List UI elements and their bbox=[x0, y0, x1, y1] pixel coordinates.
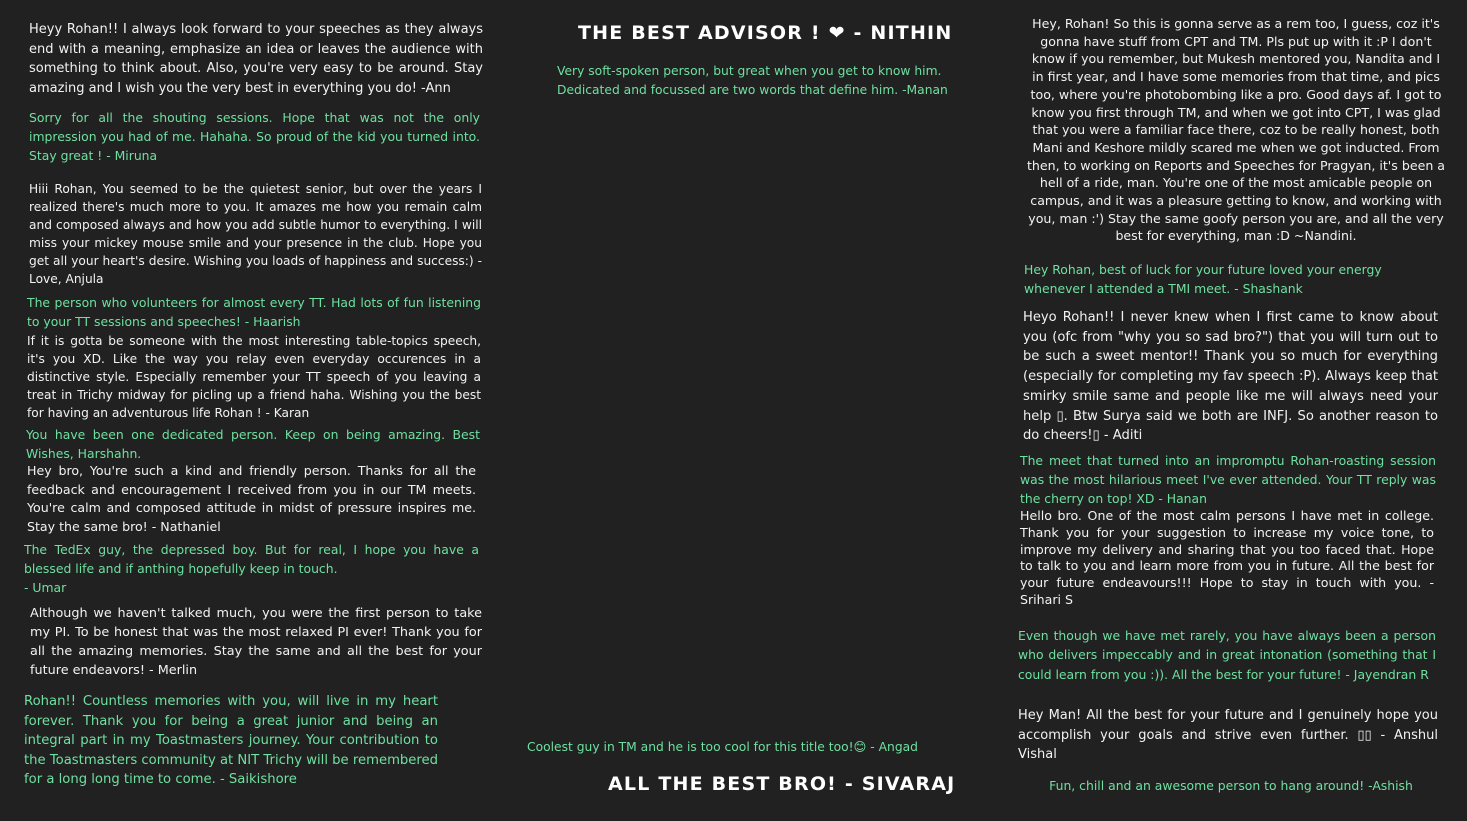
message-aditi: Heyo Rohan!! I never knew when I first c… bbox=[1023, 310, 1438, 444]
message-angad: Coolest guy in TM and he is too cool for… bbox=[527, 740, 918, 754]
heading-best-advisor: THE BEST ADVISOR ! ❤ - NITHIN bbox=[578, 22, 953, 44]
message-karan: If it is gotta be someone with the most … bbox=[27, 334, 481, 420]
message-saikishore: Rohan!! Countless memories with you, wil… bbox=[24, 694, 439, 788]
message-nathaniel: Hey bro, You're such a kind and friendly… bbox=[27, 463, 476, 534]
message-harshahn: You have been one dedicated person. Keep… bbox=[26, 427, 480, 461]
message-miruna: Sorry for all the shouting sessions. Hop… bbox=[29, 110, 480, 163]
message-hanan: The meet that turned into an impromptu R… bbox=[1020, 453, 1436, 506]
message-nandini: Hey, Rohan! So this is gonna serve as a … bbox=[1026, 16, 1446, 244]
message-merlin: Although we haven't talked much, you wer… bbox=[30, 606, 482, 678]
message-shashank: Hey Rohan, best of luck for your future … bbox=[1024, 262, 1382, 296]
message-srihari: Hello bro. One of the most calm persons … bbox=[1020, 508, 1434, 607]
message-haarish: The person who volunteers for almost eve… bbox=[27, 295, 481, 329]
message-ann: Heyy Rohan!! I always look forward to yo… bbox=[29, 22, 483, 96]
message-jayendran: Even though we have met rarely, you have… bbox=[1018, 628, 1436, 682]
message-manan: Very soft-spoken person, but great when … bbox=[557, 64, 948, 97]
message-anjula: Hiii Rohan, You seemed to be the quietes… bbox=[29, 182, 482, 286]
message-umar-signature: - Umar bbox=[24, 580, 67, 595]
message-umar: The TedEx guy, the depressed boy. But fo… bbox=[24, 542, 479, 576]
message-ashish: Fun, chill and an awesome person to hang… bbox=[1049, 778, 1413, 793]
heading-all-the-best: ALL THE BEST BRO! - SIVARAJ bbox=[608, 773, 956, 795]
message-anshul: Hey Man! All the best for your future an… bbox=[1018, 708, 1438, 762]
